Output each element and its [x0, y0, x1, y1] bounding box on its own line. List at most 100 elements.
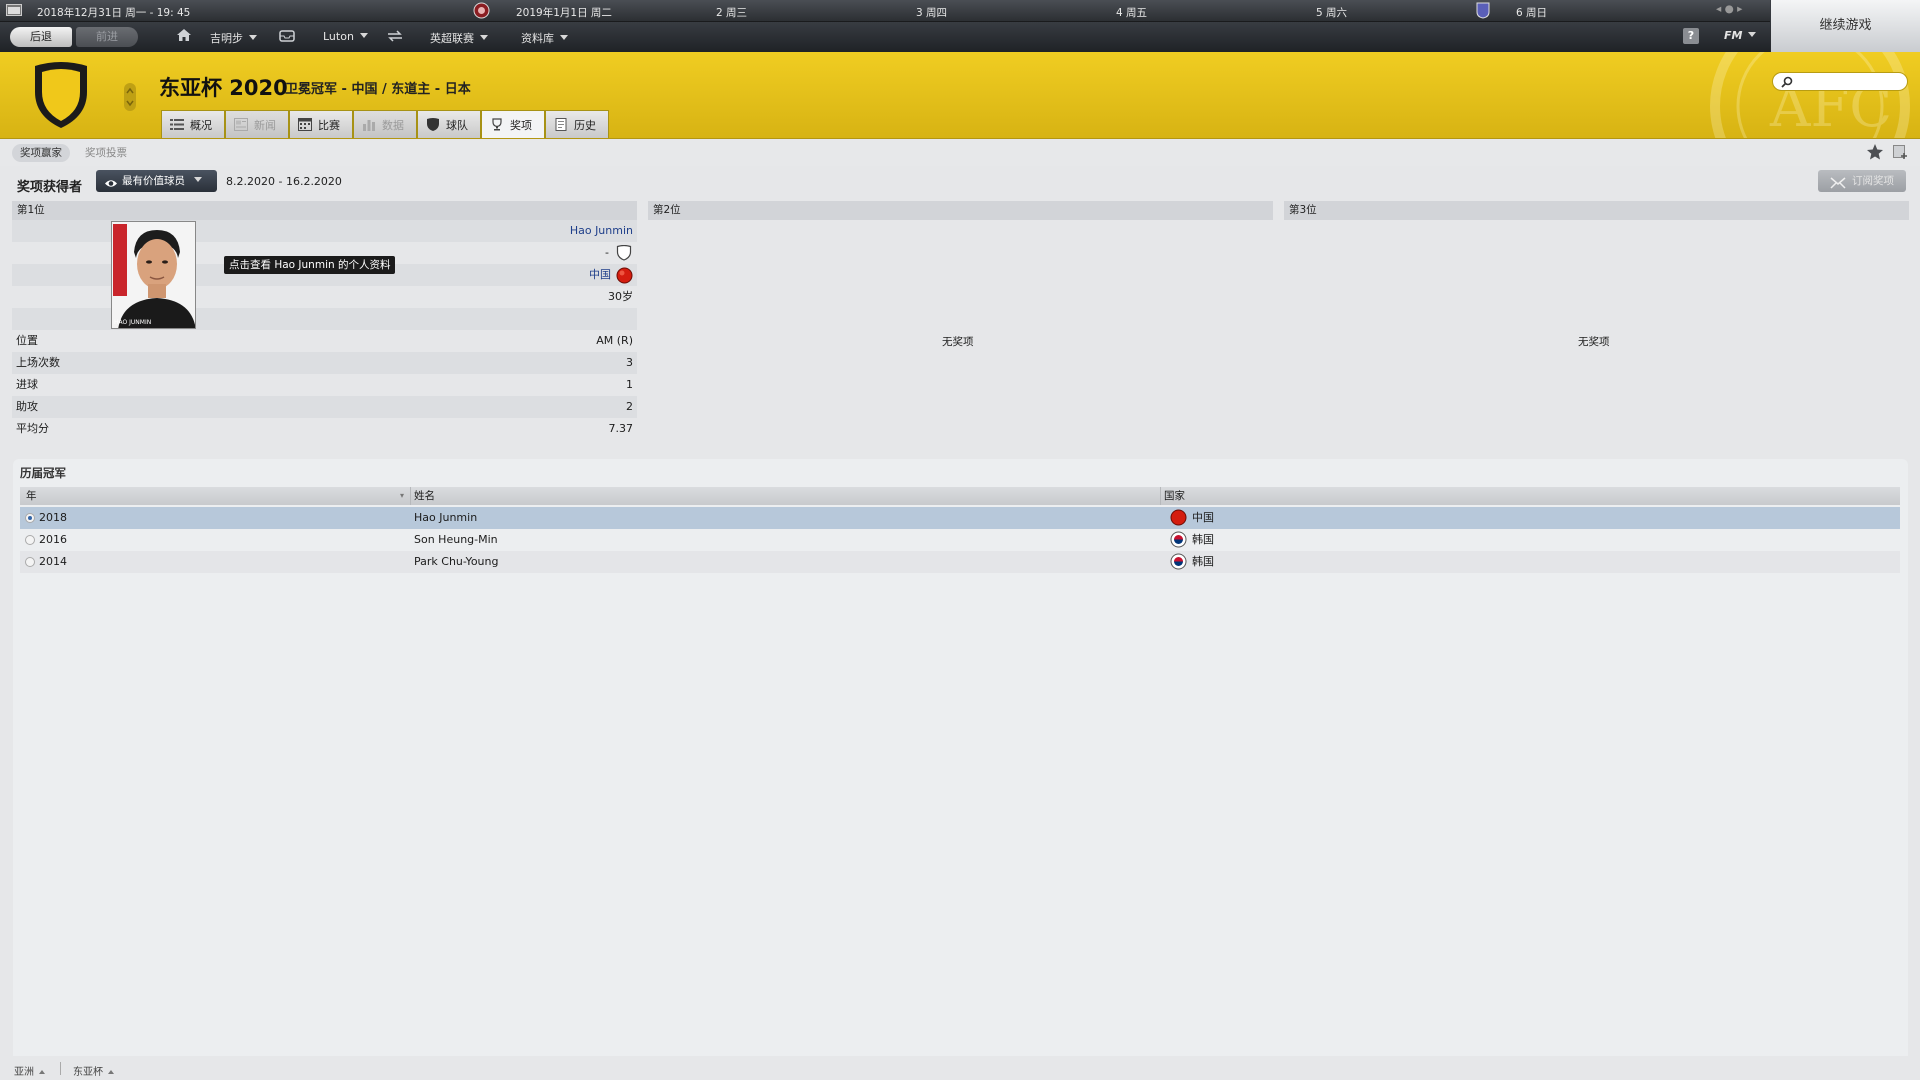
table-row[interactable]: 2016 Son Heung-Min 韩国	[20, 529, 1900, 551]
breadcrumb-competition-label: 东亚杯	[73, 1067, 103, 1078]
inbox-icon[interactable]	[279, 30, 295, 48]
forward-button[interactable]: 前进	[76, 27, 138, 47]
home-icon[interactable]	[176, 28, 192, 46]
player-club: -	[605, 246, 609, 259]
fm-menu[interactable]: FM	[1724, 29, 1756, 47]
trophy-icon	[490, 118, 504, 131]
stat-value: 3	[626, 356, 633, 369]
award-winner-label: 奖项获得者	[17, 180, 83, 195]
league-menu[interactable]: 英超联赛	[430, 30, 488, 48]
tab-teams[interactable]: 球队	[417, 110, 481, 138]
stat-value: 1	[626, 378, 633, 391]
player-nation-link[interactable]: 中国	[589, 264, 611, 286]
row-name[interactable]: Hao Junmin	[414, 507, 477, 529]
tab-history[interactable]: 历史	[545, 110, 609, 138]
continue-game-button[interactable]: 继续游戏	[1771, 0, 1920, 52]
row-nation[interactable]: 韩国	[1192, 551, 1214, 573]
tab-history-label: 历史	[574, 118, 596, 132]
calendar-day-3[interactable]: 3 周四	[916, 5, 947, 20]
row-name[interactable]: Son Heung-Min	[414, 529, 498, 551]
stat-label: 助攻	[16, 400, 38, 413]
tab-matches[interactable]: 比赛	[289, 110, 353, 138]
row-year: 2014	[39, 555, 67, 568]
stat-row-average-rating: 平均分 7.37	[12, 418, 637, 440]
table-row[interactable]: 2014 Park Chu-Young 韩国	[20, 551, 1900, 573]
award-row: 奖项获得者 最有价值球员 8.2.2020 - 16.2.2020 订阅奖项	[0, 168, 1920, 196]
calendar-day-6[interactable]: 6 周日	[1516, 5, 1547, 20]
afc-watermark-icon: AFC	[1710, 52, 1910, 138]
stat-label: 上场次数	[16, 356, 60, 369]
row-radio[interactable]	[25, 513, 35, 523]
calendar-strip: 2018年12月31日 周一 - 19: 45 2019年1月1日 周二 2 周…	[0, 0, 1770, 22]
row-year: 2016	[39, 533, 67, 546]
breadcrumb-competition[interactable]: 东亚杯	[73, 1063, 114, 1078]
help-button[interactable]: ?	[1683, 28, 1699, 44]
list-icon	[170, 118, 184, 131]
player-age-row: 30岁	[12, 286, 637, 308]
back-button[interactable]: 后退	[10, 27, 72, 47]
photo-caption: HAO JUNMIN	[114, 319, 152, 326]
breadcrumb-asia[interactable]: 亚洲	[14, 1063, 45, 1078]
subscribe-award-button[interactable]: 订阅奖项	[1818, 170, 1906, 192]
player-blank-row	[12, 308, 637, 330]
row-radio[interactable]	[25, 557, 35, 567]
player-photo[interactable]: HAO JUNMIN	[111, 221, 196, 329]
calendar-scroll-icon[interactable]: ◂ ● ▸	[1716, 3, 1742, 15]
second-place-header: 第2位	[648, 201, 1273, 220]
stat-row-appearances: 上场次数 3	[12, 352, 637, 374]
calendar-icon[interactable]	[6, 4, 22, 19]
subtab-award-winners[interactable]: 奖项赢家	[12, 144, 70, 162]
eye-icon	[104, 175, 118, 197]
table-row[interactable]: 2018 Hao Junmin 中国	[20, 507, 1900, 529]
calendar-day-5[interactable]: 5 周六	[1316, 5, 1347, 20]
row-nation[interactable]: 韩国	[1192, 529, 1214, 551]
award-dates: 8.2.2020 - 16.2.2020	[226, 175, 342, 188]
calendar-day-2[interactable]: 2 周三	[716, 5, 747, 20]
star-icon[interactable]	[1866, 143, 1884, 163]
stat-label: 进球	[16, 378, 38, 391]
newspaper-icon	[234, 118, 248, 131]
breadcrumb-asia-label: 亚洲	[14, 1067, 34, 1078]
subscribe-icon	[1830, 175, 1846, 197]
sort-arrow-icon[interactable]: ▾	[400, 487, 404, 505]
league-menu-label: 英超联赛	[430, 32, 474, 45]
past-winners-header: 年 ▾ 姓名 国家	[20, 487, 1900, 505]
tab-news[interactable]: 新闻	[225, 110, 289, 138]
row-nation[interactable]: 中国	[1192, 507, 1214, 529]
search-input[interactable]	[1772, 72, 1908, 91]
tab-stats[interactable]: 数据	[353, 110, 417, 138]
player-name-row: Hao Junmin	[12, 220, 637, 242]
tab-overview[interactable]: 概况	[161, 110, 225, 138]
subscribe-label: 订阅奖项	[1852, 175, 1894, 187]
scroll-handle-icon[interactable]	[123, 82, 137, 115]
club-badge-icon[interactable]	[473, 2, 490, 22]
swap-icon[interactable]	[387, 30, 403, 48]
calendar-day-1[interactable]: 2019年1月1日 周二	[516, 5, 612, 20]
tab-awards[interactable]: 奖项	[481, 110, 545, 138]
column-nation[interactable]: 国家	[1164, 487, 1185, 505]
page-subtitle: 卫冕冠军 - 中国 / 东道主 - 日本	[285, 82, 471, 97]
tab-bar: 概况 新闻 比赛 数据 球队 奖项 历史	[161, 110, 609, 138]
tab-overview-label: 概况	[190, 118, 212, 132]
club-menu-label: Luton	[323, 30, 354, 43]
column-name[interactable]: 姓名	[414, 487, 435, 505]
club-menu[interactable]: Luton	[323, 30, 368, 48]
player-name-link[interactable]: Hao Junmin	[570, 220, 633, 242]
manager-menu-label: 吉明步	[210, 32, 243, 45]
award-type-select[interactable]: 最有价值球员	[96, 170, 217, 192]
database-menu[interactable]: 资料库	[521, 30, 568, 48]
nav-strip: 后退 前进 吉明步 Luton 英超联赛 资料库 ? FM	[0, 22, 1770, 52]
calendar-day-4[interactable]: 4 周五	[1116, 5, 1147, 20]
manager-menu[interactable]: 吉明步	[210, 30, 257, 48]
competition-header: AFC 东亚杯 2020 卫冕冠军 - 中国 / 东道主 - 日本 概况 新闻 …	[0, 52, 1920, 139]
row-name[interactable]: Park Chu-Young	[414, 551, 498, 573]
match-badge-icon[interactable]	[1476, 2, 1490, 22]
add-note-icon[interactable]	[1893, 145, 1908, 163]
third-place-empty: 无奖项	[1578, 336, 1610, 348]
row-radio[interactable]	[25, 535, 35, 545]
subtab-award-votes[interactable]: 奖项投票	[77, 144, 135, 162]
column-year[interactable]: 年	[26, 487, 37, 505]
third-place-header: 第3位	[1284, 201, 1909, 220]
past-winners-panel: 历届冠军 年 ▾ 姓名 国家 2018 Hao Junmin 中国 2016 S…	[13, 459, 1908, 1056]
stat-value: 7.37	[608, 422, 634, 435]
